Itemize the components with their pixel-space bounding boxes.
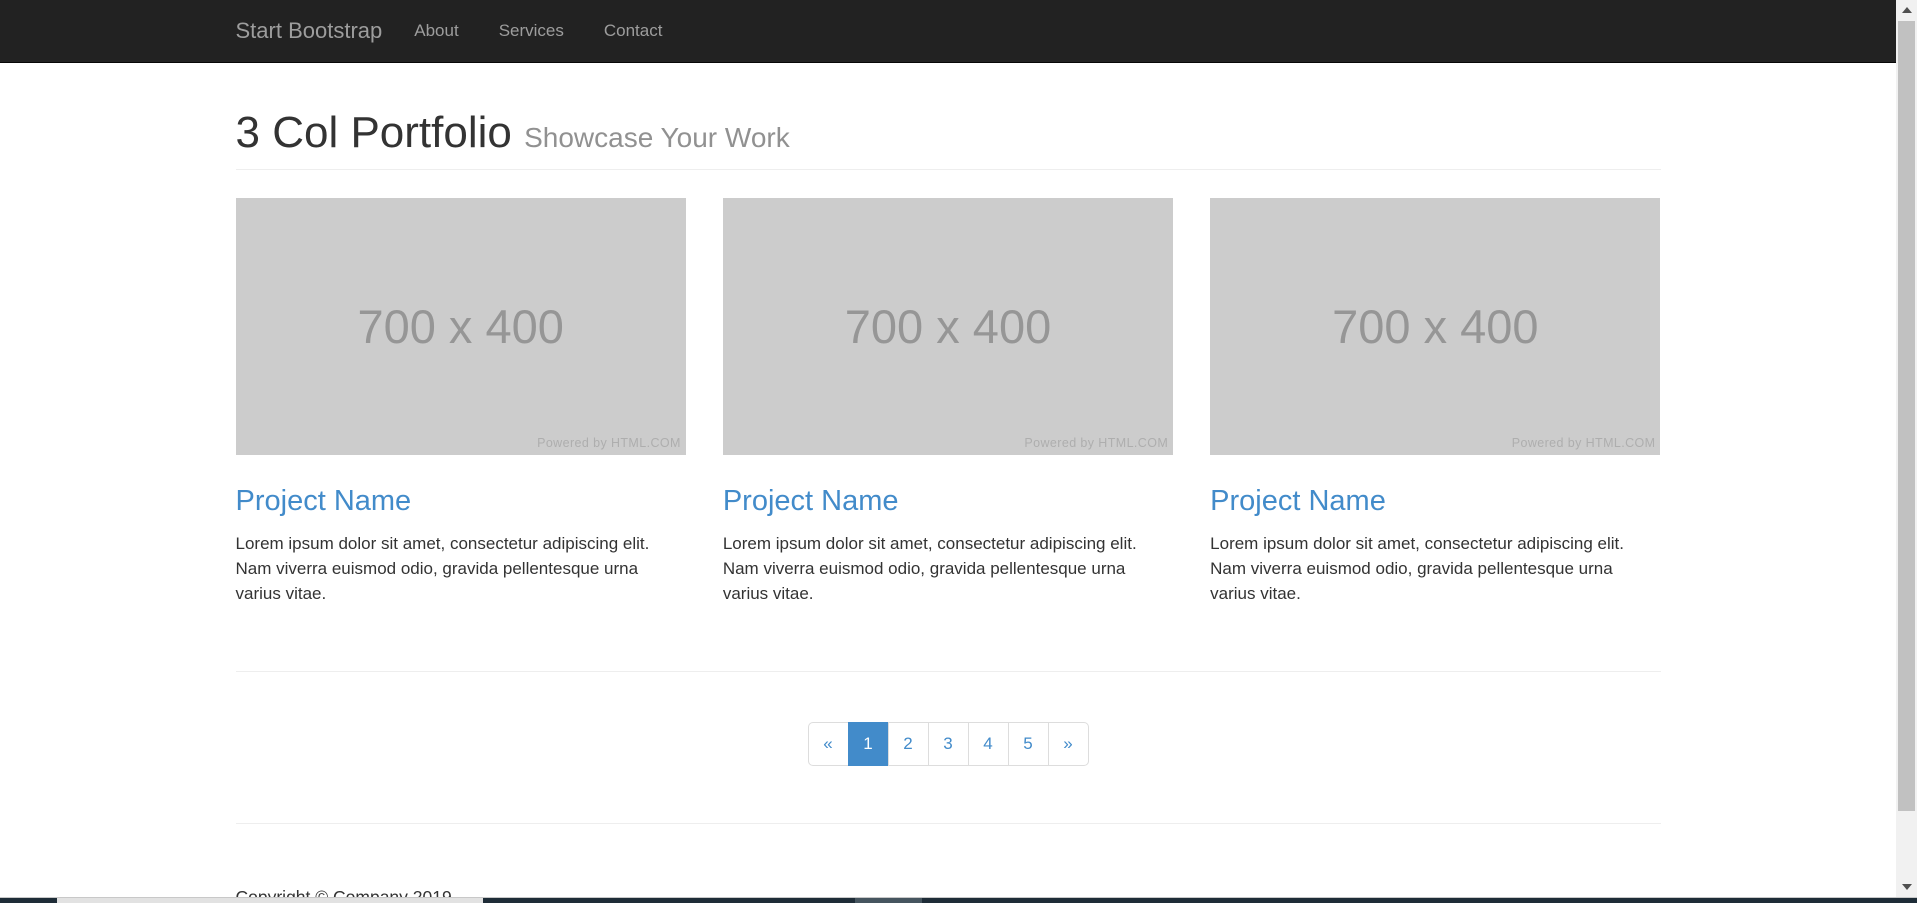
project-image-3[interactable]: 700 x 400 Powered by HTML.COM	[1210, 198, 1660, 455]
arrow-up-icon	[1902, 7, 1912, 13]
project-title-link-3[interactable]: Project Name	[1210, 485, 1386, 517]
pagination-page-5-button[interactable]: 5	[1008, 722, 1049, 766]
browser-viewport: Start Bootstrap About Services Contact 3…	[0, 0, 1896, 897]
pagination-page-3-button[interactable]: 3	[928, 722, 969, 766]
navbar-links: About Services Contact	[394, 21, 682, 41]
pagination-page-1-button[interactable]: 1	[848, 722, 889, 766]
page-title-text: 3 Col Portfolio	[236, 108, 512, 157]
pagination: « 1 2 3 4 5 »	[808, 722, 1089, 766]
divider-above-footer	[236, 823, 1661, 824]
pagination-item: 3	[929, 722, 969, 766]
pagination-page-4-button[interactable]: 4	[968, 722, 1009, 766]
nav-item-services: Services	[479, 21, 584, 41]
nav-link-contact[interactable]: Contact	[584, 21, 683, 41]
scroll-up-button[interactable]	[1896, 0, 1917, 20]
project-title-link-2[interactable]: Project Name	[723, 485, 899, 517]
project-image-1[interactable]: 700 x 400 Powered by HTML.COM	[236, 198, 686, 455]
placeholder-size-label: 700 x 400	[357, 299, 563, 354]
nav-item-contact: Contact	[584, 21, 683, 41]
project-image-2[interactable]: 700 x 400 Powered by HTML.COM	[723, 198, 1173, 455]
placeholder-watermark: Powered by HTML.COM	[1024, 436, 1168, 450]
nav-link-about[interactable]: About	[394, 21, 478, 41]
divider-above-pagination	[236, 671, 1661, 672]
scrollbar-thumb[interactable]	[1898, 21, 1915, 811]
placeholder-size-label: 700 x 400	[1332, 299, 1538, 354]
pagination-page-2-button[interactable]: 2	[888, 722, 929, 766]
pagination-item: 4	[969, 722, 1009, 766]
top-navbar: Start Bootstrap About Services Contact	[0, 0, 1896, 63]
nav-item-about: About	[394, 21, 478, 41]
scroll-down-button[interactable]	[1896, 877, 1917, 897]
pagination-item: «	[808, 722, 849, 766]
taskbar-app-icon[interactable]	[855, 898, 922, 903]
placeholder-watermark: Powered by HTML.COM	[537, 436, 681, 450]
project-description-3: Lorem ipsum dolor sit amet, consectetur …	[1210, 531, 1660, 606]
portfolio-card-1: 700 x 400 Powered by HTML.COM Project Na…	[236, 198, 686, 606]
project-title-link-1[interactable]: Project Name	[236, 485, 412, 517]
pagination-item: »	[1049, 722, 1089, 766]
footer-copyright: Copyright © Company 2019	[236, 887, 1661, 897]
os-taskbar	[0, 897, 1917, 903]
taskbar-search-box[interactable]	[57, 898, 483, 903]
arrow-down-icon	[1902, 884, 1912, 890]
page-header: 3 Col Portfolio Showcase Your Work	[236, 109, 1661, 170]
portfolio-row: 700 x 400 Powered by HTML.COM Project Na…	[236, 198, 1661, 606]
portfolio-card-3: 700 x 400 Powered by HTML.COM Project Na…	[1210, 198, 1660, 606]
placeholder-watermark: Powered by HTML.COM	[1512, 436, 1656, 450]
project-title-heading: Project Name	[1210, 485, 1660, 518]
pagination-item: 1	[849, 722, 889, 766]
navbar-brand[interactable]: Start Bootstrap	[236, 18, 383, 44]
project-title-heading: Project Name	[236, 485, 686, 518]
page-subtitle: Showcase Your Work	[524, 122, 790, 153]
portfolio-card-2: 700 x 400 Powered by HTML.COM Project Na…	[723, 198, 1173, 606]
pagination-prev-button[interactable]: «	[808, 722, 849, 766]
pagination-item: 2	[889, 722, 929, 766]
placeholder-size-label: 700 x 400	[845, 299, 1051, 354]
pagination-item: 5	[1009, 722, 1049, 766]
page-title: 3 Col Portfolio Showcase Your Work	[236, 109, 1661, 157]
project-title-heading: Project Name	[723, 485, 1173, 518]
vertical-scrollbar[interactable]	[1896, 0, 1917, 897]
project-description-1: Lorem ipsum dolor sit amet, consectetur …	[236, 531, 686, 606]
project-description-2: Lorem ipsum dolor sit amet, consectetur …	[723, 531, 1173, 606]
nav-link-services[interactable]: Services	[479, 21, 584, 41]
pagination-next-button[interactable]: »	[1048, 722, 1089, 766]
